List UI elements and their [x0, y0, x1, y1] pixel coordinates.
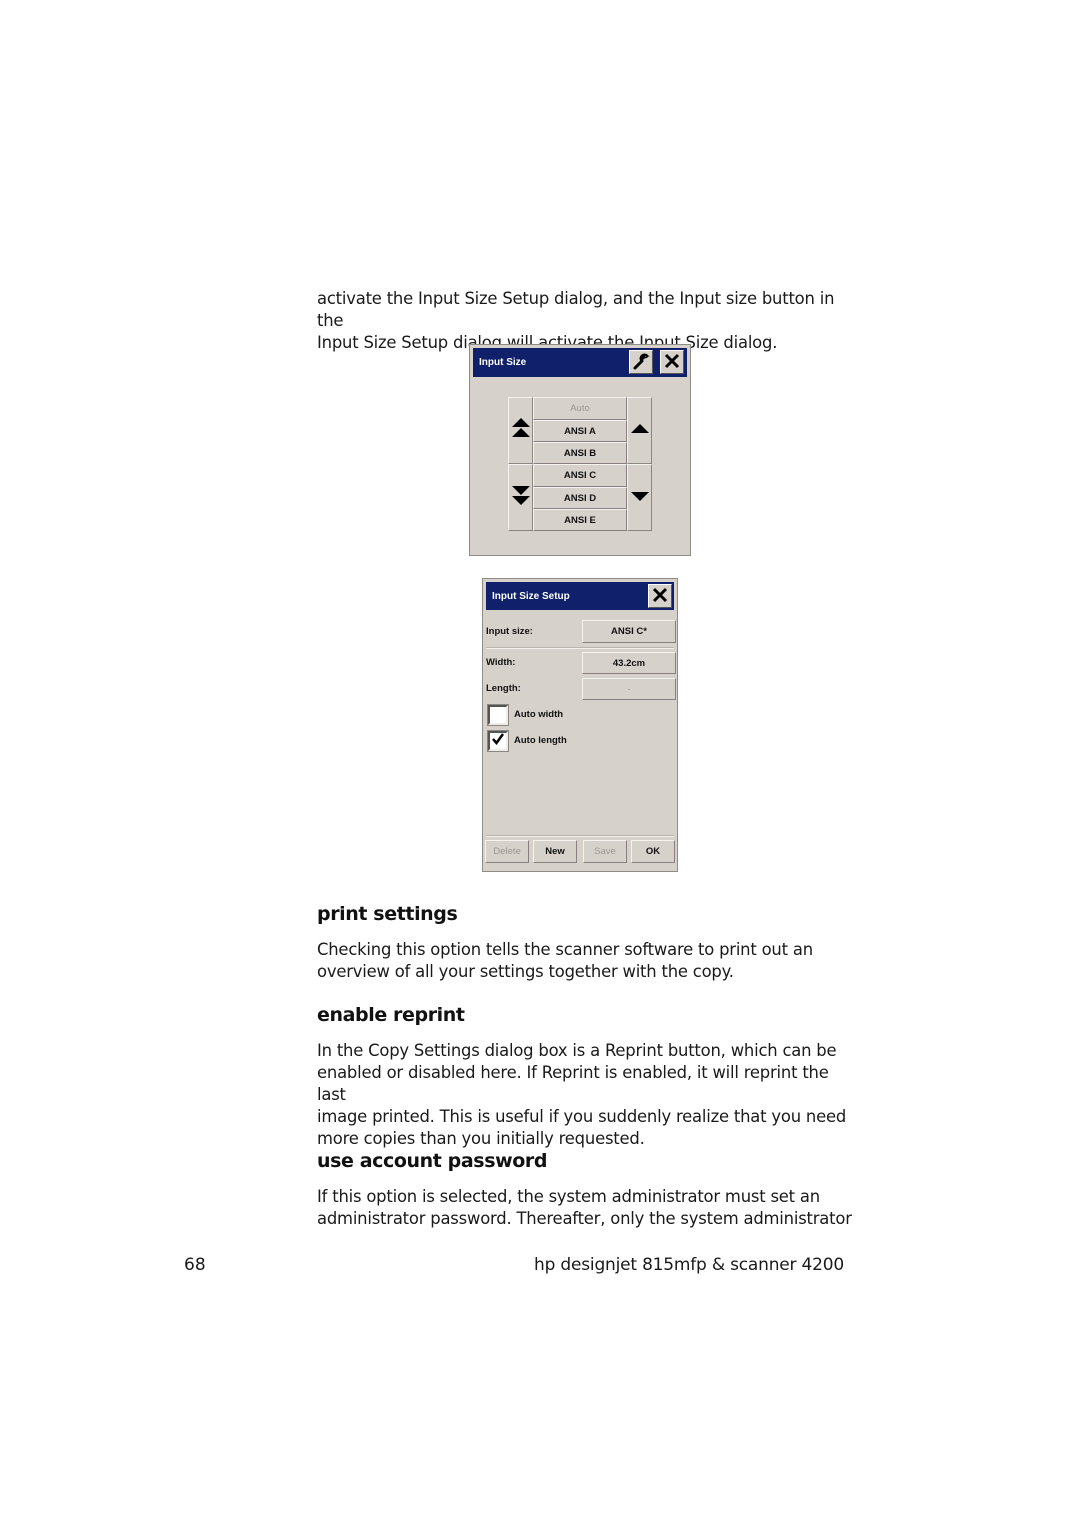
- tools-button[interactable]: [629, 350, 653, 374]
- auto-width-checkbox[interactable]: [487, 704, 509, 726]
- page-down-button[interactable]: [508, 464, 533, 531]
- scroll-down-button[interactable]: [627, 464, 652, 531]
- new-button[interactable]: New: [533, 840, 577, 863]
- section-body-print-settings: Checking this option tells the scanner s…: [317, 939, 857, 983]
- save-button[interactable]: Save: [583, 840, 627, 863]
- size-ansi-e-button[interactable]: ANSI E: [533, 509, 627, 531]
- size-auto-button[interactable]: Auto: [533, 397, 627, 420]
- divider: [486, 835, 674, 837]
- section-body-use-account-password: If this option is selected, the system a…: [317, 1186, 857, 1230]
- divider: [486, 647, 674, 649]
- size-ansi-d-button[interactable]: ANSI D: [533, 487, 627, 509]
- size-ansi-b-button[interactable]: ANSI B: [533, 442, 627, 464]
- length-label: Length:: [486, 683, 521, 694]
- close-button[interactable]: [648, 584, 672, 608]
- input-size-label: Input size:: [486, 626, 533, 637]
- auto-length-checkbox[interactable]: [487, 730, 509, 752]
- width-field[interactable]: 43.2cm: [582, 652, 676, 674]
- close-icon: [652, 587, 668, 606]
- double-arrow-up-icon: [511, 417, 531, 444]
- body-line: If this option is selected, the system a…: [317, 1187, 820, 1206]
- body-line: In the Copy Settings dialog box is a Rep…: [317, 1041, 837, 1060]
- input-size-titlebar: Input Size: [473, 348, 687, 377]
- delete-button[interactable]: Delete: [485, 840, 529, 863]
- input-size-dialog: Input Size Auto ANSI A ANSI B ANSI C ANS…: [469, 344, 691, 556]
- scroll-up-button[interactable]: [627, 397, 652, 464]
- section-body-enable-reprint: In the Copy Settings dialog box is a Rep…: [317, 1040, 857, 1150]
- page-up-button[interactable]: [508, 397, 533, 464]
- checkmark-icon: [491, 732, 505, 751]
- size-ansi-c-button[interactable]: ANSI C: [533, 464, 627, 487]
- input-size-setup-titlebar: Input Size Setup: [486, 582, 674, 610]
- body-line: image printed. This is useful if you sud…: [317, 1107, 847, 1126]
- section-heading-use-account-password: use account password: [317, 1150, 548, 1172]
- footer-title: hp designjet 815mfp & scanner 4200: [534, 1255, 844, 1275]
- length-field[interactable]: -: [582, 678, 676, 700]
- body-line: overview of all your settings together w…: [317, 962, 734, 981]
- body-line: Checking this option tells the scanner s…: [317, 940, 813, 959]
- dialog-title: Input Size: [479, 357, 527, 368]
- section-heading-print-settings: print settings: [317, 903, 458, 925]
- wrench-icon: [632, 352, 650, 373]
- input-size-setup-dialog: Input Size Setup Input size: ANSI C* Wid…: [482, 578, 678, 872]
- dialog-title: Input Size Setup: [492, 591, 570, 602]
- close-button[interactable]: [660, 350, 684, 374]
- page-number: 68: [184, 1255, 206, 1275]
- arrow-down-icon: [630, 489, 650, 507]
- auto-width-label: Auto width: [514, 709, 564, 720]
- body-line: more copies than you initially requested…: [317, 1129, 645, 1148]
- body-line: administrator password. Thereafter, only…: [317, 1209, 852, 1228]
- close-icon: [664, 353, 680, 372]
- intro-line: activate the Input Size Setup dialog, an…: [317, 289, 835, 330]
- body-line: enabled or disabled here. If Reprint is …: [317, 1063, 829, 1104]
- auto-length-label: Auto length: [514, 735, 567, 746]
- double-arrow-down-icon: [511, 484, 531, 511]
- width-label: Width:: [486, 657, 516, 668]
- input-size-button[interactable]: ANSI C*: [582, 620, 676, 643]
- section-heading-enable-reprint: enable reprint: [317, 1004, 465, 1026]
- ok-button[interactable]: OK: [631, 840, 675, 863]
- size-ansi-a-button[interactable]: ANSI A: [533, 420, 627, 442]
- arrow-up-icon: [630, 422, 650, 440]
